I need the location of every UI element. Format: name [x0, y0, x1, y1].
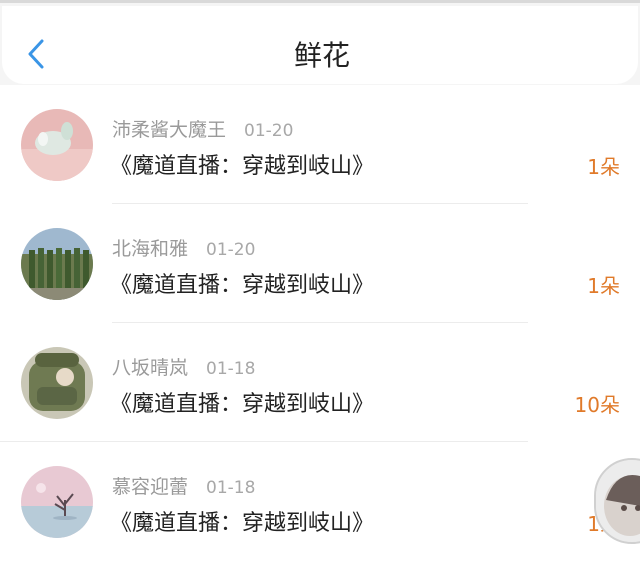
avatar: [21, 228, 93, 300]
flower-count: 1朵: [587, 274, 620, 298]
list-item[interactable]: 北海和雅 01-20 《魔道直播：穿越到岐山》 1朵: [0, 204, 640, 323]
username: 八坂晴岚 01-18: [112, 357, 256, 379]
nav-header: 鲜花: [0, 3, 640, 85]
page-title: 鲜花: [293, 39, 350, 72]
flower-count: 1朵: [587, 155, 620, 179]
flower-count: 10朵: [574, 393, 620, 417]
work-title[interactable]: 《魔道直播：穿越到岐山》: [110, 148, 374, 180]
header-card: 鲜花: [2, 6, 638, 84]
list-item[interactable]: 沛柔酱大魔王 01-20 《魔道直播：穿越到岐山》 1朵: [0, 85, 640, 204]
list-item[interactable]: 八坂晴岚 01-18 《魔道直播：穿越到岐山》 10朵: [0, 323, 640, 442]
work-title[interactable]: 《魔道直播：穿越到岐山》: [110, 267, 374, 299]
date: 01-20: [244, 121, 294, 141]
avatar: [21, 347, 93, 419]
list-item[interactable]: 慕容迎蕾01-18 《魔道直播：穿越到岐山》 1朵: [0, 442, 640, 561]
avatar: [21, 109, 93, 181]
work-title[interactable]: 《魔道直播：穿越到岐山》: [110, 386, 374, 418]
date: 01-20: [206, 240, 256, 260]
date: 01-18: [206, 359, 256, 379]
date: 01-18: [206, 478, 256, 498]
username: 慕容迎蕾 01-18: [112, 476, 256, 498]
username: 沛柔酱大魔王 01-20: [112, 119, 294, 141]
username: 北海和雅 01-20: [112, 238, 256, 260]
avatar: [21, 466, 93, 538]
work-title[interactable]: 《魔道直播：穿越到岐山》: [110, 505, 374, 537]
